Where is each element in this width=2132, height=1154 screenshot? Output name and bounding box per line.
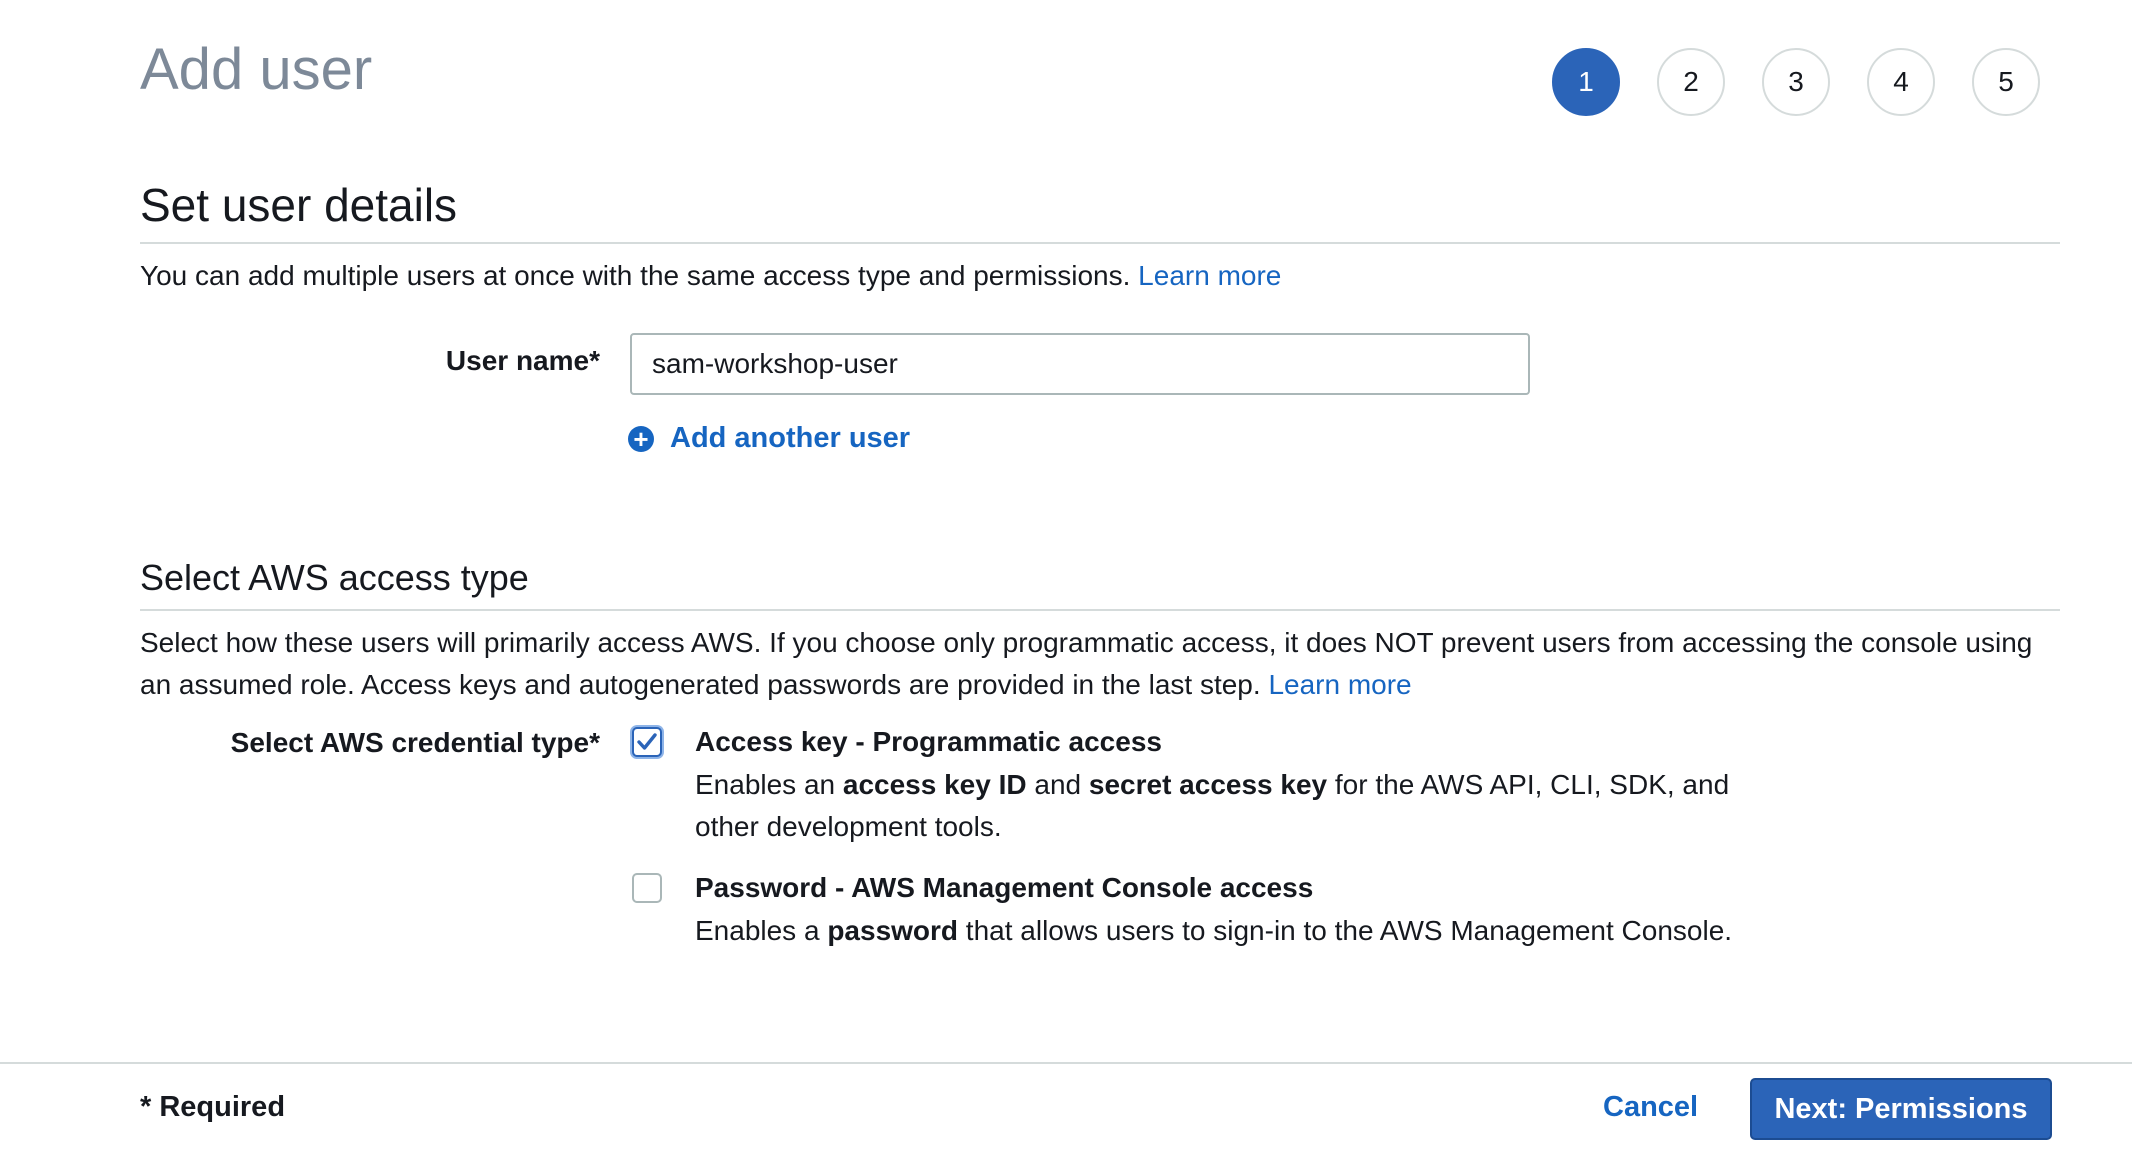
add-another-user-label: Add another user (670, 422, 911, 454)
plus-circle-icon: + (628, 425, 654, 452)
access-key-checkbox[interactable] (632, 727, 662, 757)
desc-emphasis: access key ID (842, 769, 1027, 800)
add-another-user-link[interactable]: + Add another user (628, 422, 910, 455)
step-3[interactable]: 3 (1762, 48, 1830, 116)
credential-type-label: Select AWS credential type* (230, 727, 600, 758)
access-key-option-title: Access key - Programmatic access (695, 726, 1162, 757)
checkmark-icon (637, 733, 657, 750)
step-1[interactable]: 1 (1552, 48, 1620, 116)
details-description: You can add multiple users at once with … (140, 255, 1281, 297)
desc-text: Enables an (695, 769, 843, 800)
access-description-line2: an assumed role. Access keys and autogen… (140, 664, 2060, 706)
step-4[interactable]: 4 (1867, 48, 1935, 116)
access-key-description-line1: Enables an access key ID and secret acce… (695, 764, 1729, 806)
section-divider (140, 242, 2060, 244)
username-label: User name* (445, 345, 600, 376)
learn-more-link[interactable]: Learn more (1138, 260, 1281, 291)
access-key-description-line2: other development tools. (695, 811, 1002, 842)
desc-text: Enables a (695, 915, 828, 946)
password-option-title: Password - AWS Management Console access (695, 872, 1314, 903)
desc-text: and (1026, 769, 1089, 800)
step-5[interactable]: 5 (1972, 48, 2040, 116)
desc-emphasis: secret access key (1088, 769, 1328, 800)
learn-more-link[interactable]: Learn more (1268, 669, 1411, 700)
access-description-line1: Select how these users will primarily ac… (140, 627, 2033, 658)
desc-emphasis: password (827, 915, 959, 946)
next-permissions-button[interactable]: Next: Permissions (1750, 1078, 2052, 1140)
access-description: Select how these users will primarily ac… (140, 622, 2060, 706)
footer-divider (0, 1062, 2132, 1064)
page-title: Add user (140, 37, 373, 102)
password-checkbox[interactable] (632, 873, 662, 903)
section-divider (140, 609, 2060, 611)
desc-text: for the AWS API, CLI, SDK, and (1327, 769, 1730, 800)
section-title-access-type: Select AWS access type (140, 557, 529, 598)
cancel-button[interactable]: Cancel (1603, 1091, 1698, 1124)
access-key-option-description: Enables an access key ID and secret acce… (695, 764, 1729, 848)
username-input[interactable] (630, 333, 1530, 395)
section-title-user-details: Set user details (140, 179, 458, 231)
desc-text: that allows users to sign-in to the AWS … (958, 915, 1733, 946)
password-option-description: Enables a password that allows users to … (695, 910, 1732, 952)
details-description-text: You can add multiple users at once with … (140, 260, 1131, 291)
step-2[interactable]: 2 (1657, 48, 1725, 116)
required-note: * Required (140, 1091, 286, 1123)
access-description-line2-text: an assumed role. Access keys and autogen… (140, 669, 1261, 700)
